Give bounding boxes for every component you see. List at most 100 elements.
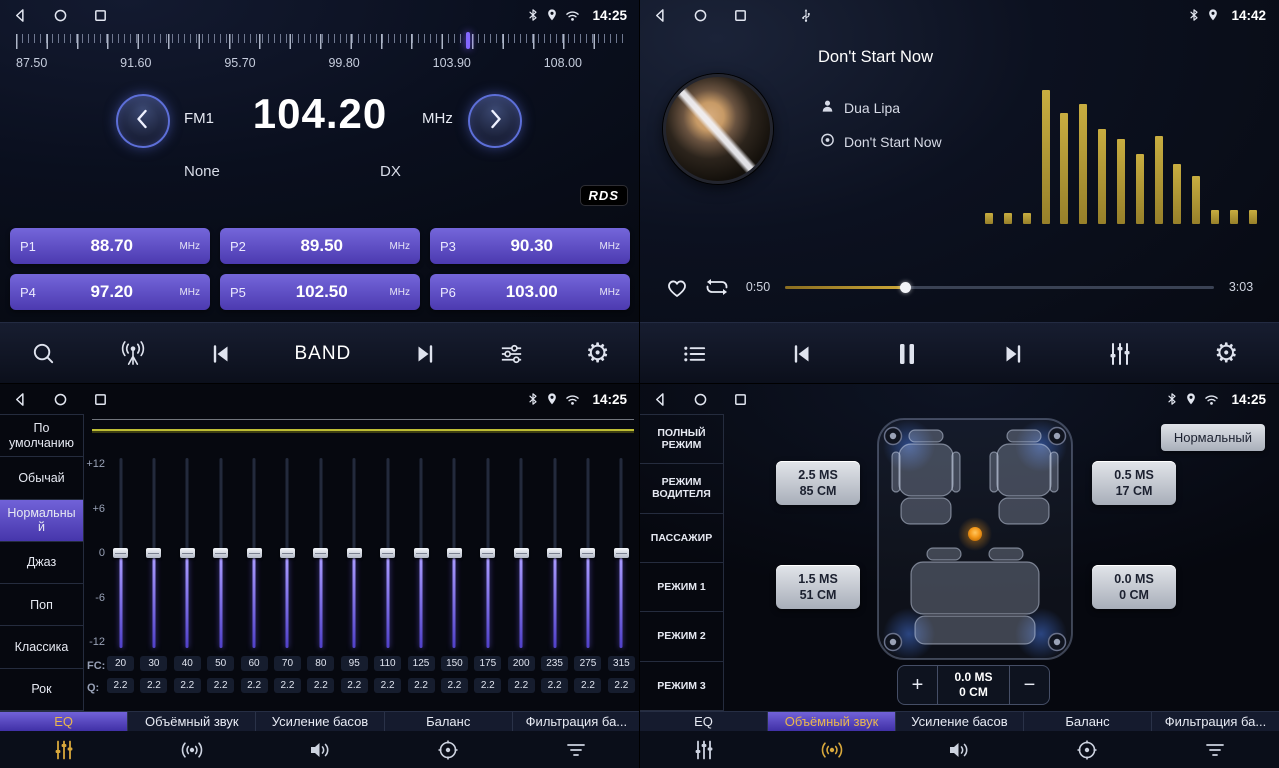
nav-home-icon[interactable] <box>53 8 68 23</box>
nav-back-icon[interactable] <box>13 392 28 407</box>
progress-thumb[interactable] <box>900 282 911 293</box>
slider-thumb[interactable] <box>280 548 295 558</box>
delay-decrease-button[interactable]: − <box>1009 666 1049 704</box>
eq-band-slider[interactable] <box>547 458 562 648</box>
eq-band-slider[interactable] <box>580 458 595 648</box>
tab-surround[interactable]: Объёмный звук <box>768 712 896 731</box>
bass-boost-icon[interactable] <box>896 731 1024 768</box>
eq-preset-item[interactable]: Обычай <box>0 457 83 499</box>
stage-mode-item[interactable]: РЕЖИМ 1 <box>640 563 723 612</box>
filter-icon[interactable] <box>1151 731 1279 768</box>
slider-thumb[interactable] <box>547 548 562 558</box>
eq-band-slider[interactable] <box>280 458 295 648</box>
eq-band-slider[interactable] <box>247 458 262 648</box>
tab-bass[interactable]: Усиление басов <box>896 712 1024 731</box>
surround-icon[interactable] <box>768 731 896 768</box>
stage-mode-item[interactable]: ПАССАЖИР <box>640 514 723 563</box>
eq-preset-item[interactable]: Поп <box>0 584 83 626</box>
eq-band-slider[interactable] <box>514 458 529 648</box>
balance-icon[interactable] <box>1023 731 1151 768</box>
slider-thumb[interactable] <box>414 548 429 558</box>
nav-back-icon[interactable] <box>653 8 668 23</box>
playlist-icon[interactable] <box>681 342 708 366</box>
preset-button-p5[interactable]: P5102.50MHz <box>220 274 420 310</box>
eq-band-slider[interactable] <box>313 458 328 648</box>
slider-thumb[interactable] <box>113 548 128 558</box>
delay-increase-button[interactable]: + <box>898 666 938 704</box>
favorite-heart-icon[interactable] <box>664 275 690 299</box>
slider-thumb[interactable] <box>447 548 462 558</box>
eq-preset-item[interactable]: Джаз <box>0 542 83 584</box>
prev-track-icon[interactable] <box>208 342 234 366</box>
eq-band-slider[interactable] <box>347 458 362 648</box>
delay-rear-right[interactable]: 0.0 MS 0 CM <box>1092 565 1176 609</box>
tab-eq[interactable]: EQ <box>640 712 768 731</box>
stage-mode-item[interactable]: ПОЛНЫЙ РЕЖИМ <box>640 415 723 464</box>
eq-preset-item[interactable]: Классика <box>0 626 83 668</box>
eq-band-slider[interactable] <box>447 458 462 648</box>
listening-position[interactable] <box>968 527 982 541</box>
stage-mode-item[interactable]: РЕЖИМ 3 <box>640 662 723 711</box>
surround-icon[interactable] <box>128 731 256 768</box>
preset-button-p4[interactable]: P497.20MHz <box>10 274 210 310</box>
eq-band-slider[interactable] <box>414 458 429 648</box>
delay-rear-left[interactable]: 1.5 MS 51 CM <box>776 565 860 609</box>
eq-band-slider[interactable] <box>180 458 195 648</box>
mixer-icon[interactable] <box>1107 341 1133 367</box>
slider-thumb[interactable] <box>180 548 195 558</box>
eq-band-slider[interactable] <box>614 458 629 648</box>
eq-band-slider[interactable] <box>113 458 128 648</box>
nav-recents-icon[interactable] <box>733 8 748 23</box>
band-button[interactable]: BAND <box>294 343 351 365</box>
nav-recents-icon[interactable] <box>93 392 108 407</box>
repeat-icon[interactable] <box>703 275 731 299</box>
delay-front-left[interactable]: 2.5 MS 85 CM <box>776 461 860 505</box>
tune-up-button[interactable] <box>468 94 522 148</box>
slider-thumb[interactable] <box>146 548 161 558</box>
prev-track-icon[interactable] <box>789 342 815 366</box>
pause-icon[interactable] <box>896 341 918 367</box>
tab-filter[interactable]: Фильтрация ба... <box>1152 712 1279 731</box>
broadcast-icon[interactable] <box>118 340 148 367</box>
slider-thumb[interactable] <box>247 548 262 558</box>
next-track-icon[interactable] <box>412 342 438 366</box>
slider-thumb[interactable] <box>514 548 529 558</box>
preset-button-p3[interactable]: P390.30MHz <box>430 228 630 264</box>
nav-back-icon[interactable] <box>13 8 28 23</box>
slider-thumb[interactable] <box>580 548 595 558</box>
settings-gear-icon[interactable]: ⚙ <box>1214 340 1238 367</box>
bass-boost-icon[interactable] <box>256 731 384 768</box>
next-track-icon[interactable] <box>1000 342 1026 366</box>
tab-bass[interactable]: Усиление басов <box>256 712 384 731</box>
settings-gear-icon[interactable]: ⚙ <box>586 340 610 367</box>
nav-recents-icon[interactable] <box>93 8 108 23</box>
slider-thumb[interactable] <box>347 548 362 558</box>
preset-button-p1[interactable]: P188.70MHz <box>10 228 210 264</box>
nav-home-icon[interactable] <box>693 8 708 23</box>
eq-band-slider[interactable] <box>380 458 395 648</box>
stage-mode-item[interactable]: РЕЖИМ ВОДИТЕЛЯ <box>640 464 723 513</box>
scan-icon[interactable] <box>30 340 57 367</box>
tab-balance[interactable]: Баланс <box>1024 712 1152 731</box>
eq-band-slider[interactable] <box>480 458 495 648</box>
eq-sliders-icon[interactable] <box>0 731 128 768</box>
progress-slider[interactable] <box>785 281 1214 294</box>
slider-thumb[interactable] <box>380 548 395 558</box>
slider-thumb[interactable] <box>614 548 629 558</box>
tab-eq[interactable]: EQ <box>0 712 128 731</box>
slider-thumb[interactable] <box>480 548 495 558</box>
eq-sliders-icon[interactable] <box>640 731 768 768</box>
eq-band-slider[interactable] <box>213 458 228 648</box>
preset-button-p6[interactable]: P6103.00MHz <box>430 274 630 310</box>
tab-surround[interactable]: Объёмный звук <box>128 712 256 731</box>
eq-preset-item[interactable]: Нормальный <box>0 500 83 542</box>
slider-thumb[interactable] <box>313 548 328 558</box>
frequency-ruler[interactable] <box>16 34 624 52</box>
stage-preset-button[interactable]: Нормальный <box>1161 424 1265 451</box>
nav-home-icon[interactable] <box>693 392 708 407</box>
balance-icon[interactable] <box>384 731 512 768</box>
preset-button-p2[interactable]: P289.50MHz <box>220 228 420 264</box>
tune-settings-icon[interactable] <box>498 342 525 366</box>
slider-thumb[interactable] <box>213 548 228 558</box>
eq-band-slider[interactable] <box>146 458 161 648</box>
